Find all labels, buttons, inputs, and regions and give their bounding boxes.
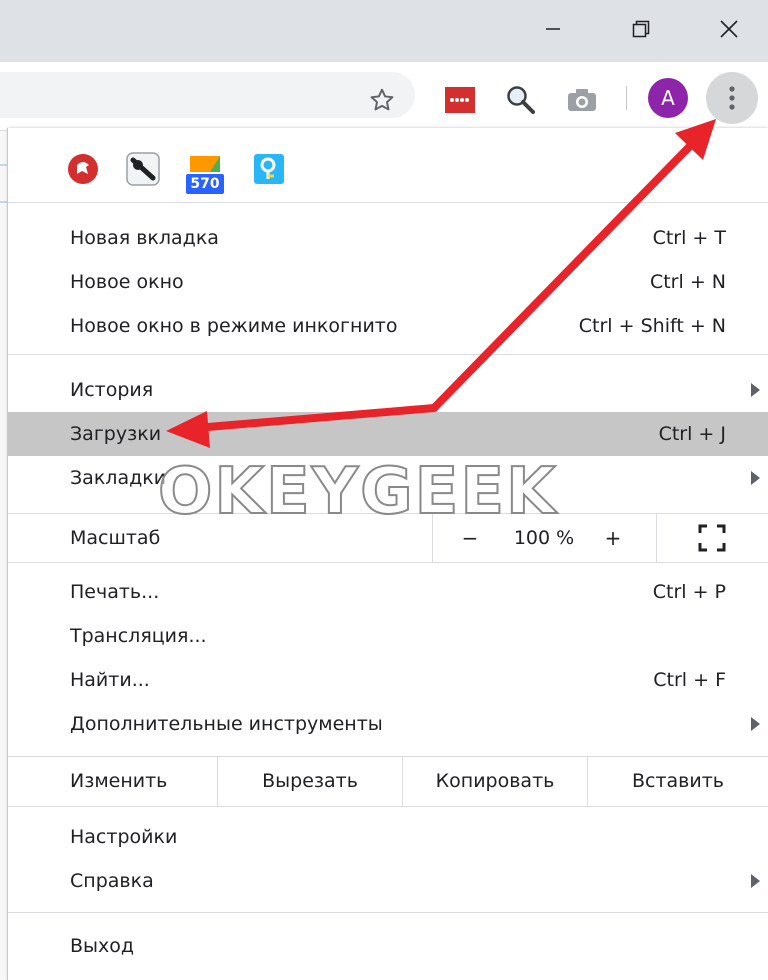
extension-red-circle-button[interactable]: [66, 152, 100, 186]
menu-item-shortcut: Ctrl + T: [652, 227, 726, 249]
submenu-arrow-icon: [751, 874, 760, 888]
bookmark-star-button[interactable]: [366, 84, 398, 116]
menu-item-label: Загрузки: [70, 423, 162, 445]
edit-row: Изменить Вырезать Копировать Вставить: [8, 756, 768, 806]
watermark-text: OKEYGEEK: [158, 454, 558, 530]
close-icon: [720, 20, 738, 38]
address-bar[interactable]: [0, 72, 415, 118]
chrome-main-menu: 570 Новая вкладка Ctrl + T Новое окно Ct…: [8, 128, 768, 980]
fullscreen-icon: [698, 524, 726, 552]
menu-item-cast[interactable]: Трансляция...: [8, 614, 768, 658]
menu-item-shortcut: Ctrl + J: [658, 423, 726, 445]
menu-separator: [8, 202, 768, 203]
extension-red-button[interactable]: [444, 84, 476, 116]
menu-item-label: История: [70, 379, 154, 401]
menu-button[interactable]: [706, 72, 758, 124]
extension-red-circle-icon: [68, 154, 98, 184]
menu-item-find[interactable]: Найти... Ctrl + F: [8, 658, 768, 702]
submenu-arrow-icon: [751, 717, 760, 731]
menu-separator: [8, 912, 768, 913]
search-extension-button[interactable]: [503, 82, 537, 116]
menu-item-print[interactable]: Печать... Ctrl + P: [8, 570, 768, 614]
menu-item-shortcut: Ctrl + P: [652, 581, 726, 603]
extensions-row: 570: [8, 128, 768, 202]
menu-item-label: Новое окно в режиме инкогнито: [70, 315, 398, 337]
extension-ninja-icon: [126, 152, 160, 186]
menu-item-downloads[interactable]: Загрузки Ctrl + J: [8, 412, 768, 456]
submenu-arrow-icon: [751, 383, 760, 397]
menu-item-label: Новое окно: [70, 271, 184, 293]
close-button[interactable]: [706, 0, 752, 58]
menu-item-label: Печать...: [70, 581, 160, 603]
restore-icon: [632, 20, 650, 38]
copy-button[interactable]: Копировать: [403, 756, 587, 806]
extension-pin-button[interactable]: [252, 152, 286, 186]
browser-toolbar: A: [0, 62, 768, 131]
extension-pin-icon: [254, 154, 284, 184]
menu-item-label: Настройки: [70, 826, 178, 848]
menu-item-label: Справка: [70, 870, 154, 892]
camera-extension-button[interactable]: [566, 86, 598, 114]
cut-button[interactable]: Вырезать: [218, 756, 402, 806]
kebab-menu-icon: [729, 86, 735, 110]
restore-button[interactable]: [618, 0, 664, 58]
menu-item-shortcut: Ctrl + Shift + N: [578, 315, 726, 337]
fullscreen-button[interactable]: [698, 524, 726, 552]
star-icon: [370, 88, 394, 111]
menu-item-label: Выход: [70, 935, 135, 957]
menu-item-label: Трансляция...: [70, 625, 207, 647]
menu-item-label: Найти...: [70, 669, 150, 691]
extension-badge-count: 570: [190, 176, 220, 192]
menu-item-settings[interactable]: Настройки: [8, 815, 768, 859]
menu-item-shortcut: Ctrl + N: [649, 271, 726, 293]
menu-item-incognito[interactable]: Новое окно в режиме инкогнито Ctrl + Shi…: [8, 304, 768, 348]
menu-item-history[interactable]: История: [8, 368, 768, 412]
minimize-button[interactable]: [530, 0, 576, 58]
menu-item-help[interactable]: Справка: [8, 859, 768, 903]
window-titlebar: [0, 0, 768, 62]
menu-item-label: Закладки: [70, 467, 167, 489]
menu-item-new-tab[interactable]: Новая вкладка Ctrl + T: [8, 216, 768, 260]
submenu-arrow-icon: [751, 471, 760, 485]
camera-icon: [568, 89, 596, 111]
search-magnifier-icon: [507, 86, 535, 114]
menu-separator: [8, 354, 768, 355]
menu-item-shortcut: Ctrl + F: [653, 669, 726, 691]
extension-ninja-button[interactable]: [126, 152, 160, 186]
edit-label: Изменить: [70, 770, 168, 792]
menu-item-label: Новая вкладка: [70, 227, 219, 249]
menu-separator: [8, 806, 768, 807]
extension-red-icon: [445, 87, 475, 113]
zoom-label: Масштаб: [70, 527, 161, 549]
zoom-divider: [656, 514, 657, 562]
minimize-icon: [546, 28, 560, 30]
watermark: OKEYGEEK: [158, 452, 618, 532]
menu-separator: [8, 562, 768, 563]
extension-badge-button[interactable]: 570: [186, 152, 224, 194]
paste-button[interactable]: Вставить: [588, 756, 768, 806]
menu-item-exit[interactable]: Выход: [8, 924, 768, 968]
menu-item-label: Дополнительные инструменты: [70, 713, 383, 735]
menu-item-new-window[interactable]: Новое окно Ctrl + N: [8, 260, 768, 304]
toolbar-divider: [626, 86, 627, 110]
menu-item-more-tools[interactable]: Дополнительные инструменты: [8, 702, 768, 746]
avatar: A: [648, 78, 688, 118]
profile-button[interactable]: A: [648, 78, 688, 118]
